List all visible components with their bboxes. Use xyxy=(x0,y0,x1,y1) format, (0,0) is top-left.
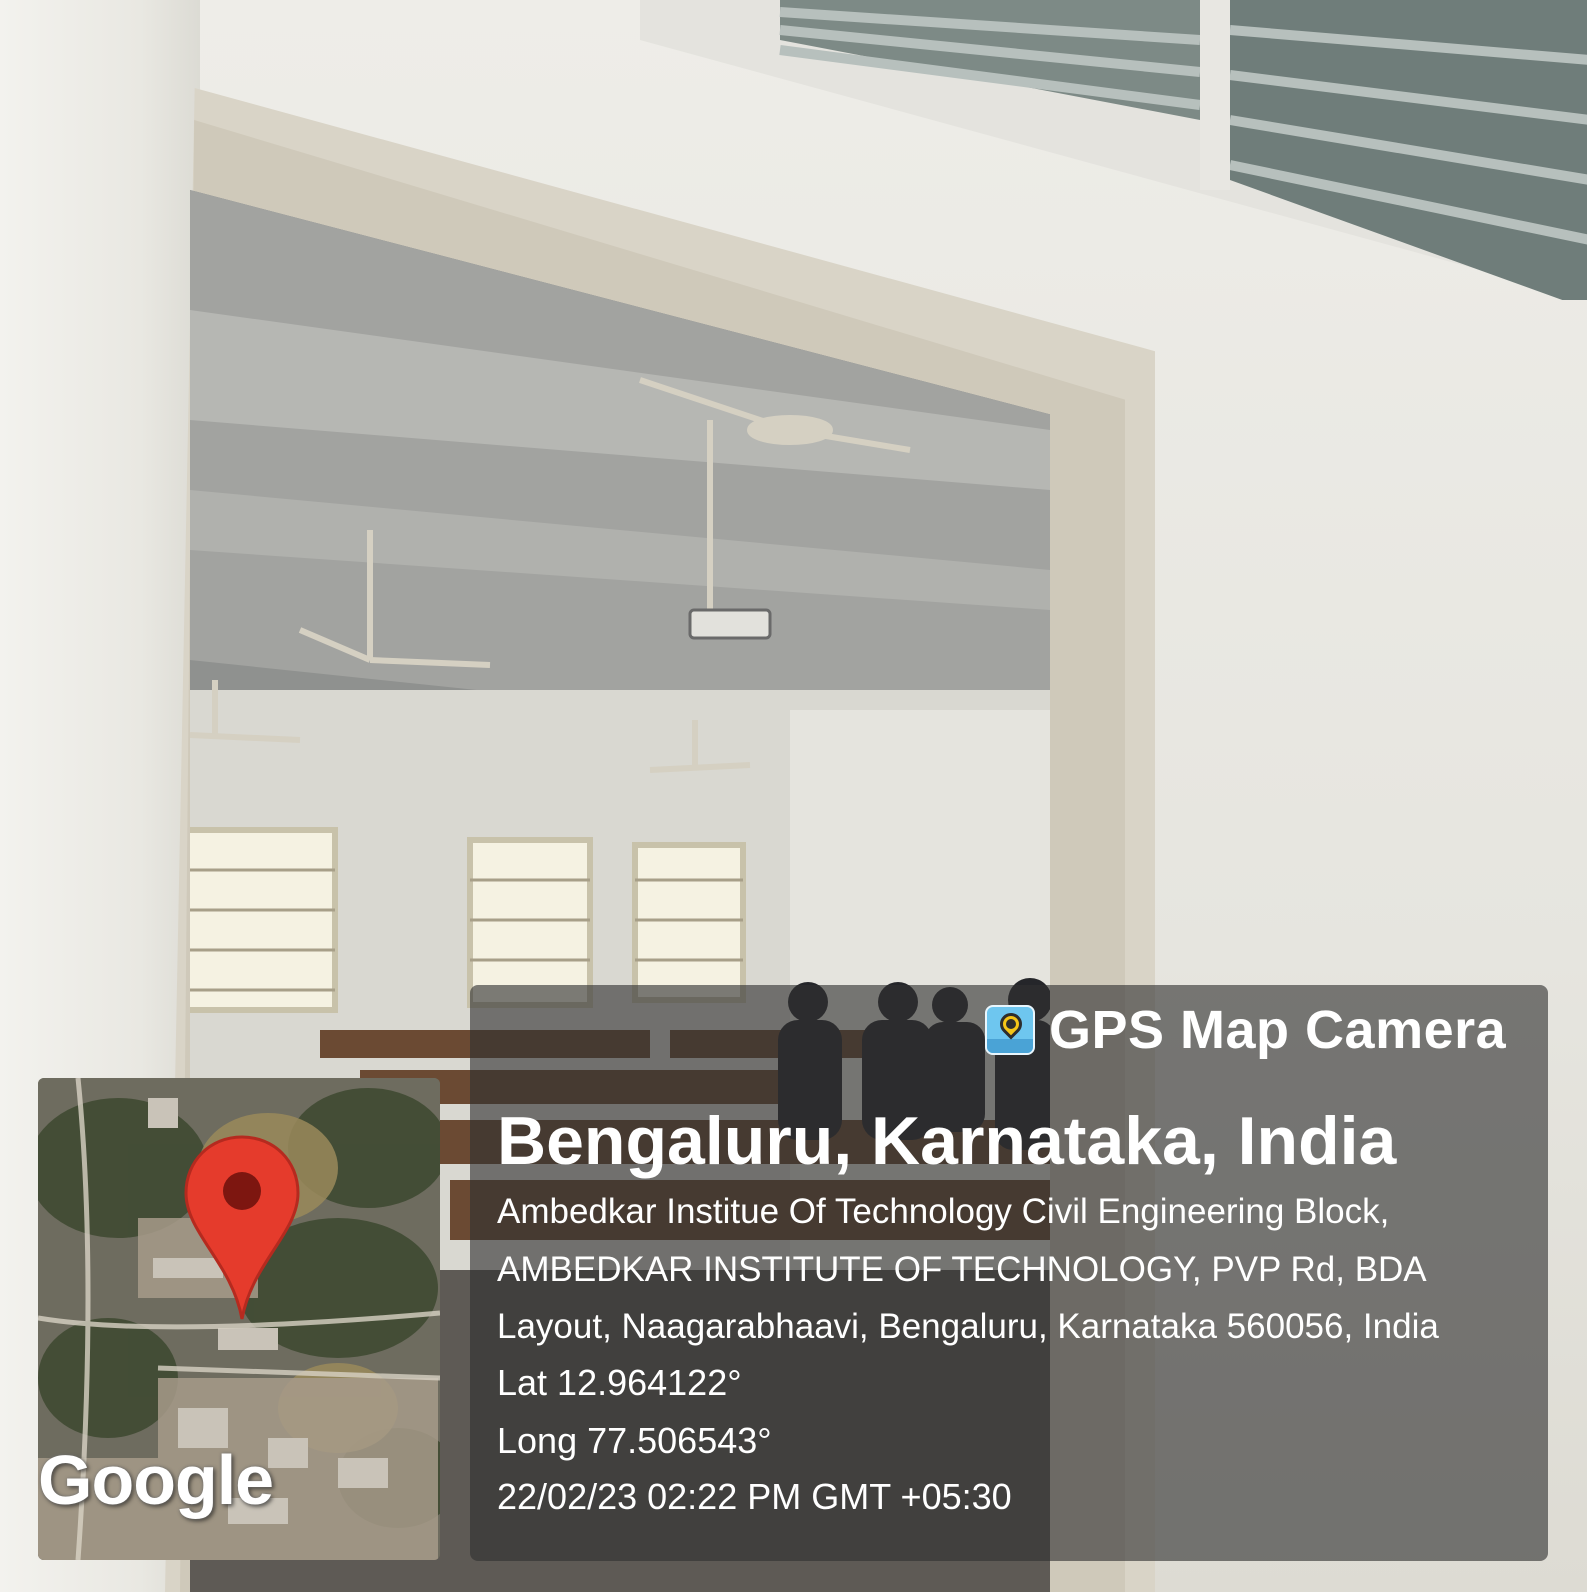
location-pin-icon xyxy=(184,1135,300,1320)
timestamp: 22/02/23 02:22 PM GMT +05:30 xyxy=(497,1476,1012,1517)
longitude-readout: Long 77.506543° xyxy=(497,1420,772,1461)
address-line: Ambedkar Institue Of Technology Civil En… xyxy=(497,1192,1390,1231)
brand-label: GPS Map Camera xyxy=(1049,1000,1507,1060)
gps-map-camera-icon xyxy=(985,1005,1035,1055)
photo-scene: GPS Map Camera Google Bengaluru, Karnata… xyxy=(0,0,1587,1592)
gps-map-camera-brand: GPS Map Camera xyxy=(985,990,1506,1070)
google-attribution-logo: Google xyxy=(38,1441,274,1519)
location-title: Bengaluru, Karnataka, India xyxy=(497,1103,1397,1179)
address-line: Layout, Naagarabhaavi, Bengaluru, Karnat… xyxy=(497,1307,1439,1346)
latitude-readout: Lat 12.964122° xyxy=(497,1362,742,1403)
address-line: AMBEDKAR INSTITUTE OF TECHNOLOGY, PVP Rd… xyxy=(497,1250,1427,1289)
